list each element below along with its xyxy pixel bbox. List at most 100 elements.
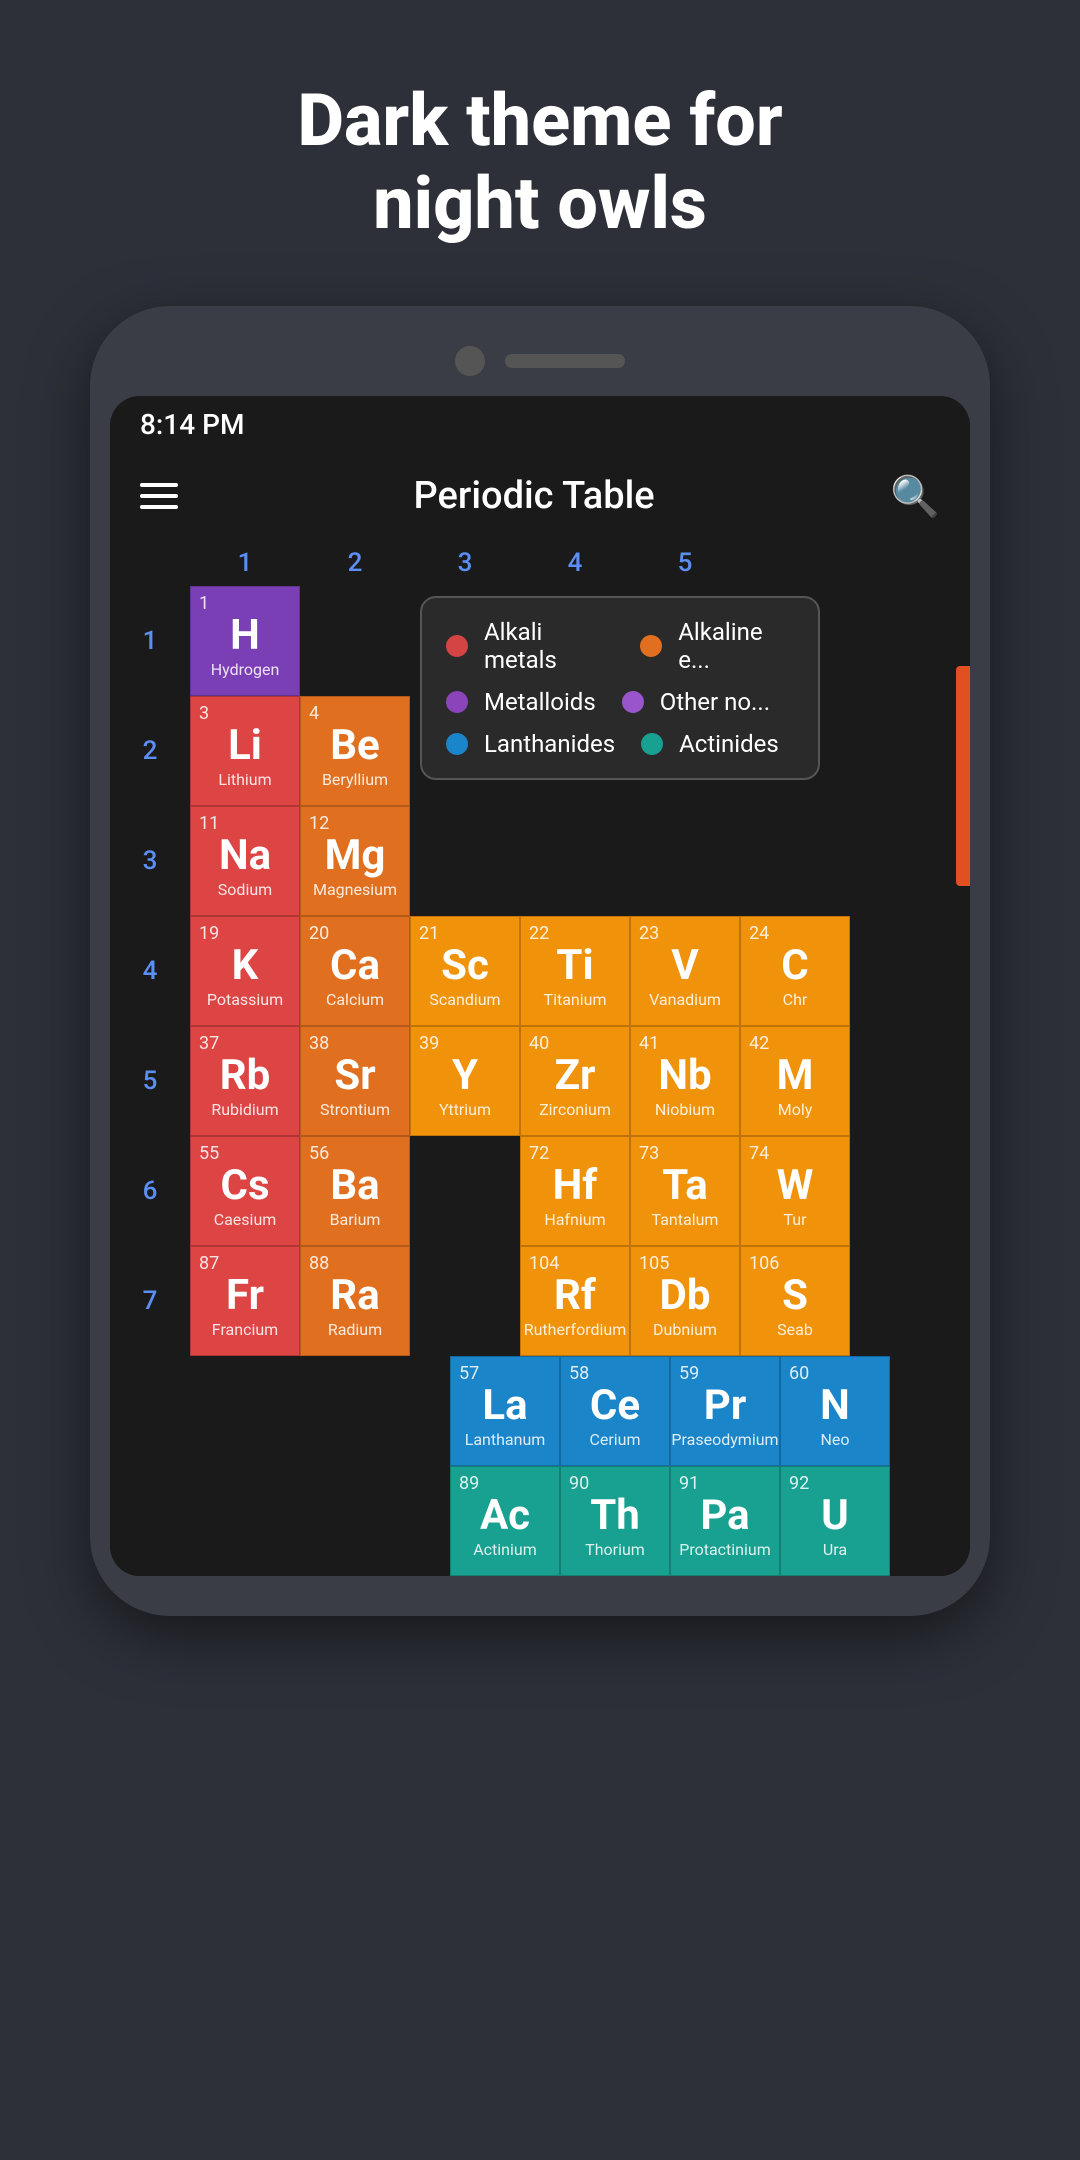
element-number: 73 bbox=[639, 1143, 659, 1164]
element-name: Thorium bbox=[585, 1540, 645, 1559]
row-4: 4 bbox=[110, 916, 190, 1026]
element-name: Hydrogen bbox=[211, 660, 280, 679]
element-number: 4 bbox=[309, 703, 319, 724]
element-Pr[interactable]: 59 Pr Praseodymium bbox=[670, 1356, 780, 1466]
element-name: Moly bbox=[778, 1100, 813, 1119]
element-W[interactable]: 74 W Tur bbox=[740, 1136, 850, 1246]
element-number: 59 bbox=[679, 1363, 699, 1384]
element-Sc[interactable]: 21 Sc Scandium bbox=[410, 916, 520, 1026]
element-number: 39 bbox=[419, 1033, 439, 1054]
col-5: 5 bbox=[630, 548, 740, 578]
element-name: Yttrium bbox=[439, 1100, 491, 1119]
element-Ac[interactable]: 89 Ac Actinium bbox=[450, 1466, 560, 1576]
element-symbol: C bbox=[781, 941, 808, 990]
element-symbol: Ca bbox=[330, 941, 380, 990]
element-name: Radium bbox=[328, 1320, 382, 1339]
row-1: 1 bbox=[110, 586, 190, 696]
periodic-row-5: 37 Rb Rubidium 38 Sr Strontium 39 Y Yttr… bbox=[190, 1026, 970, 1136]
element-symbol: Li bbox=[228, 721, 262, 770]
periodic-row-7: 87 Fr Francium 88 Ra Radium 104 Rf Ruthe… bbox=[190, 1246, 970, 1356]
element-Ta[interactable]: 73 Ta Tantalum bbox=[630, 1136, 740, 1246]
element-number: 21 bbox=[419, 923, 439, 944]
element-Ti[interactable]: 22 Ti Titanium bbox=[520, 916, 630, 1026]
element-Ca[interactable]: 20 Ca Calcium bbox=[300, 916, 410, 1026]
row-3: 3 bbox=[110, 806, 190, 916]
row-5: 5 bbox=[110, 1026, 190, 1136]
element-symbol: Hf bbox=[553, 1161, 598, 1210]
element-symbol: Sr bbox=[334, 1051, 375, 1100]
lanthanide-row: 57 La Lanthanum 58 Ce Cerium 59 Pr Prase… bbox=[450, 1356, 970, 1466]
element-Fr[interactable]: 87 Fr Francium bbox=[190, 1246, 300, 1356]
element-name: Protactinium bbox=[679, 1540, 771, 1559]
element-name: Cerium bbox=[589, 1430, 640, 1449]
actinide-row: 89 Ac Actinium 90 Th Thorium 91 Pa Prota… bbox=[450, 1466, 970, 1576]
element-symbol: Pa bbox=[700, 1491, 749, 1540]
element-Db[interactable]: 105 Db Dubnium bbox=[630, 1246, 740, 1356]
element-number: 105 bbox=[639, 1253, 669, 1274]
element-V[interactable]: 23 V Vanadium bbox=[630, 916, 740, 1026]
element-name: Rutherfordium bbox=[524, 1320, 626, 1339]
element-Ba[interactable]: 56 Ba Barium bbox=[300, 1136, 410, 1246]
lanthanide-dot bbox=[446, 733, 468, 755]
element-name: Ura bbox=[823, 1540, 847, 1559]
alkaline-dot bbox=[640, 635, 662, 657]
element-Mg[interactable]: 12 Mg Magnesium bbox=[300, 806, 410, 916]
element-Y[interactable]: 39 Y Yttrium bbox=[410, 1026, 520, 1136]
element-Be[interactable]: 4 Be Beryllium bbox=[300, 696, 410, 806]
element-symbol: Be bbox=[330, 721, 380, 770]
element-Sr[interactable]: 38 Sr Strontium bbox=[300, 1026, 410, 1136]
search-icon[interactable]: 🔍 bbox=[890, 473, 940, 520]
element-symbol: Ac bbox=[480, 1491, 530, 1540]
element-Li[interactable]: 3 Li Lithium bbox=[190, 696, 300, 806]
element-La[interactable]: 57 La Lanthanum bbox=[450, 1356, 560, 1466]
app-bar: Periodic Table 🔍 bbox=[110, 453, 970, 540]
element-Na[interactable]: 11 Na Sodium bbox=[190, 806, 300, 916]
element-Th[interactable]: 90 Th Thorium bbox=[560, 1466, 670, 1576]
element-gap-6 bbox=[410, 1136, 520, 1246]
element-name: Tur bbox=[783, 1210, 806, 1229]
element-name: Barium bbox=[330, 1210, 381, 1229]
element-number: 60 bbox=[789, 1363, 809, 1384]
element-symbol: Db bbox=[660, 1271, 711, 1320]
element-K[interactable]: 19 K Potassium bbox=[190, 916, 300, 1026]
element-Ce[interactable]: 58 Ce Cerium bbox=[560, 1356, 670, 1466]
element-symbol: Nb bbox=[658, 1051, 711, 1100]
element-symbol: Ti bbox=[556, 941, 593, 990]
element-H[interactable]: 1 H Hydrogen bbox=[190, 586, 300, 696]
element-Cr[interactable]: 24 C Chr bbox=[740, 916, 850, 1026]
element-Nd[interactable]: 60 N Neo bbox=[780, 1356, 890, 1466]
element-number: 58 bbox=[569, 1363, 589, 1384]
element-number: 74 bbox=[749, 1143, 769, 1164]
element-Rf[interactable]: 104 Rf Rutherfordium bbox=[520, 1246, 630, 1356]
periodic-row-6: 55 Cs Caesium 56 Ba Barium 72 Hf Hafnium bbox=[190, 1136, 970, 1246]
menu-icon[interactable] bbox=[140, 483, 178, 509]
element-Mo[interactable]: 42 M Moly bbox=[740, 1026, 850, 1136]
element-symbol: U bbox=[821, 1491, 849, 1540]
element-U[interactable]: 92 U Ura bbox=[780, 1466, 890, 1576]
element-number: 56 bbox=[309, 1143, 329, 1164]
element-symbol: Rf bbox=[554, 1271, 596, 1320]
element-symbol: M bbox=[777, 1051, 814, 1100]
element-Sg[interactable]: 106 S Seab bbox=[740, 1246, 850, 1356]
element-Ra[interactable]: 88 Ra Radium bbox=[300, 1246, 410, 1356]
element-symbol: H bbox=[230, 611, 260, 660]
element-number: 55 bbox=[199, 1143, 219, 1164]
element-name: Scandium bbox=[429, 990, 500, 1009]
element-Zr[interactable]: 40 Zr Zirconium bbox=[520, 1026, 630, 1136]
element-symbol: Sc bbox=[441, 941, 489, 990]
col-1: 1 bbox=[190, 548, 300, 578]
element-name: Zirconium bbox=[539, 1100, 611, 1119]
phone-speaker bbox=[505, 354, 625, 368]
element-symbol: N bbox=[820, 1381, 850, 1430]
element-Pa[interactable]: 91 Pa Protactinium bbox=[670, 1466, 780, 1576]
element-Rb[interactable]: 37 Rb Rubidium bbox=[190, 1026, 300, 1136]
element-Nb[interactable]: 41 Nb Niobium bbox=[630, 1026, 740, 1136]
scroll-tab[interactable] bbox=[956, 666, 970, 886]
element-symbol: Ta bbox=[662, 1161, 707, 1210]
element-name: Titanium bbox=[544, 990, 607, 1009]
element-number: 104 bbox=[529, 1253, 559, 1274]
column-headers: 1 2 3 4 5 bbox=[110, 540, 970, 586]
element-Hf[interactable]: 72 Hf Hafnium bbox=[520, 1136, 630, 1246]
app-title: Periodic Table bbox=[208, 474, 860, 518]
element-Cs[interactable]: 55 Cs Caesium bbox=[190, 1136, 300, 1246]
